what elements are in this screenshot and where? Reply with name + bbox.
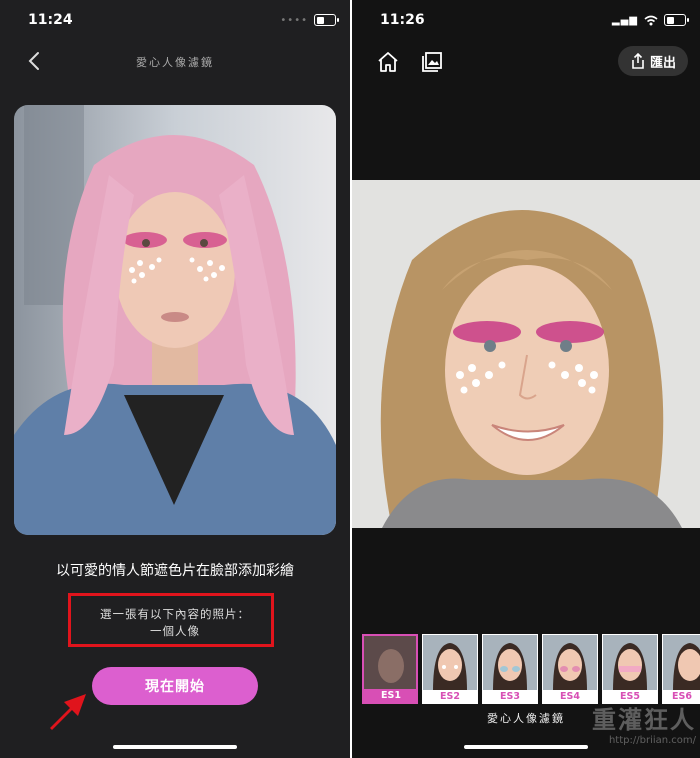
sample-photo bbox=[14, 105, 336, 535]
battery-icon bbox=[664, 14, 689, 26]
filter-thumb-es6[interactable]: ES6 bbox=[662, 634, 700, 704]
filter-thumb-es2[interactable]: ES2 bbox=[422, 634, 478, 704]
start-button[interactable]: 現在開始 bbox=[92, 667, 258, 705]
signal-icon: ▂▄▆ bbox=[611, 14, 638, 26]
export-label: 匯出 bbox=[649, 55, 676, 71]
status-icons: ▂▄▆ bbox=[611, 14, 689, 26]
filter-thumb-es5[interactable]: ES5 bbox=[602, 634, 658, 704]
filter-thumb-es3[interactable]: ES3 bbox=[482, 634, 538, 704]
home-indicator bbox=[113, 745, 237, 749]
filter-strip: ES1 ES2 ES3 ES4 ES5 ES6 bbox=[352, 632, 700, 706]
requirement-line-2: 一個人像 bbox=[150, 624, 200, 638]
filter-label: ES4 bbox=[543, 690, 597, 703]
watermark-url: http://briian.com/ bbox=[608, 735, 696, 746]
status-icons: •••• bbox=[280, 14, 339, 26]
status-time: 11:26 bbox=[380, 12, 425, 28]
filter-label: ES1 bbox=[364, 689, 416, 702]
page-title: 愛心人像濾鏡 bbox=[136, 56, 214, 69]
export-button[interactable]: 匯出 bbox=[618, 46, 688, 76]
home-indicator bbox=[464, 745, 588, 749]
battery-icon bbox=[314, 14, 339, 26]
filter-label: ES3 bbox=[483, 690, 537, 703]
share-icon bbox=[632, 53, 644, 69]
wifi-icon bbox=[644, 15, 658, 25]
pointer-arrow-icon bbox=[50, 694, 86, 730]
filter-description: 以可愛的情人節遮色片在臉部添加彩繪 bbox=[56, 563, 294, 579]
right-phone-screen: 11:26 ▂▄▆ 匯出 ES1 ES2 ES3 ES4 ES5 ES6 愛心人… bbox=[352, 0, 700, 758]
gallery-icon[interactable] bbox=[420, 50, 444, 74]
photo-requirement: 選一張有以下內容的照片： 一個人像 bbox=[0, 606, 350, 640]
result-photo bbox=[352, 180, 700, 528]
filter-thumb-es4[interactable]: ES4 bbox=[542, 634, 598, 704]
signal-icon: •••• bbox=[280, 14, 308, 26]
watermark-text: 重灌狂人 bbox=[592, 706, 696, 734]
status-time: 11:24 bbox=[28, 12, 73, 28]
requirement-line-1: 選一張有以下內容的照片： bbox=[100, 607, 250, 621]
filter-label: ES2 bbox=[423, 690, 477, 703]
home-icon[interactable] bbox=[376, 50, 400, 74]
left-phone-screen: 11:24 •••• 愛心人像濾鏡 以可愛的情人節遮色片在臉部添加彩繪 選一張有… bbox=[0, 0, 350, 758]
watermark: 重灌狂人 http://briian.com/ bbox=[592, 700, 696, 746]
filter-thumb-es1[interactable]: ES1 bbox=[362, 634, 418, 704]
